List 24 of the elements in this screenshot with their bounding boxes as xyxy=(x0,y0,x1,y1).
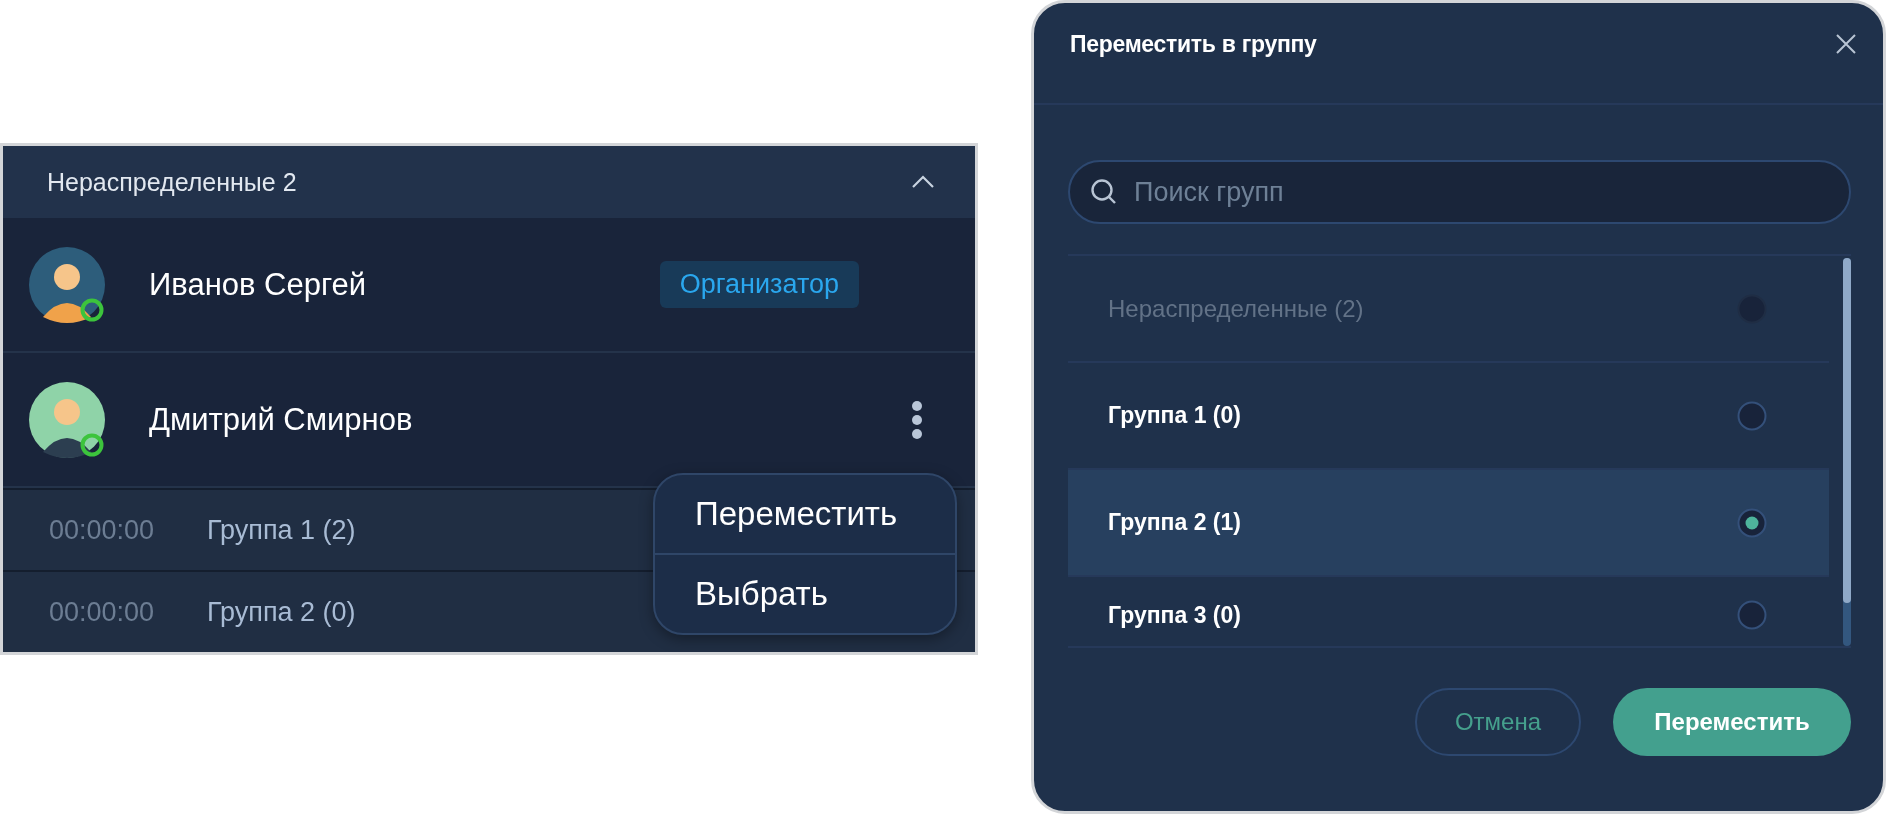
group-title: Нераспределенные 2 xyxy=(47,167,297,197)
collapse-icon[interactable] xyxy=(911,175,935,189)
group-name[interactable]: Группа 2 (0) xyxy=(207,596,356,628)
search-field[interactable]: Поиск групп xyxy=(1068,160,1851,224)
avatar-icon xyxy=(27,379,107,460)
dialog-title: Переместить в группу xyxy=(1070,31,1317,58)
member-name: Дмитрий Смирнов xyxy=(149,401,414,438)
role-badge: Организатор xyxy=(659,261,859,308)
radio-button[interactable] xyxy=(1737,507,1767,538)
radio-button[interactable] xyxy=(1737,600,1767,630)
search-icon xyxy=(1090,178,1118,206)
cancel-button[interactable]: Отмена xyxy=(1415,688,1581,756)
menu-item[interactable]: Выбрать xyxy=(655,553,955,633)
group-option[interactable]: Группа 3 (0) xyxy=(1068,577,1829,643)
group-option[interactable]: Группа 2 (1) xyxy=(1068,470,1829,577)
close-icon[interactable] xyxy=(1835,31,1857,55)
duration-text: 00:00:00 xyxy=(49,596,156,628)
group-name[interactable]: Группа 1 (2) xyxy=(207,514,356,546)
duration-text: 00:00:00 xyxy=(49,514,156,546)
avatar-icon xyxy=(27,244,107,325)
more-icon[interactable] xyxy=(911,399,923,440)
member-name: Иванов Сергей xyxy=(149,266,368,303)
scrollbar[interactable] xyxy=(1843,258,1851,646)
radio-button[interactable] xyxy=(1737,400,1767,431)
